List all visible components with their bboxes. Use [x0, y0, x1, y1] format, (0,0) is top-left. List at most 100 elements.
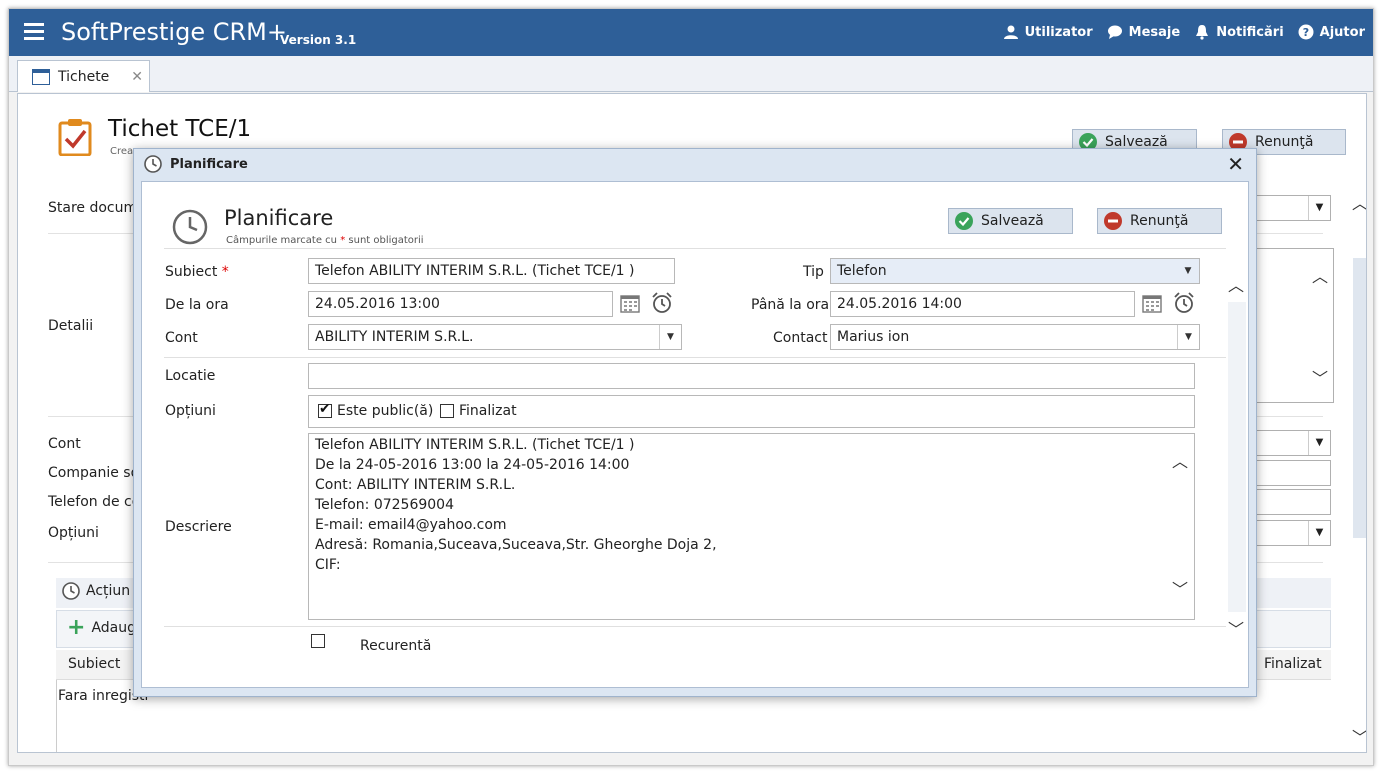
help-menu-label: Ajutor [1319, 24, 1365, 40]
tab-tichete[interactable]: Tichete ✕ [17, 60, 150, 92]
tab-close-icon[interactable]: ✕ [131, 69, 143, 85]
contact-value: Marius ion [837, 329, 910, 345]
calendar-icon[interactable] [1141, 293, 1163, 315]
options-group: Este public(ă) Finalizat [308, 395, 1195, 428]
chevron-down-icon[interactable]: ﹀ [1228, 616, 1244, 640]
finalizat-checkbox[interactable] [440, 404, 454, 418]
svg-text:?: ? [1302, 26, 1308, 39]
cont-value: ABILITY INTERIM S.R.L. [315, 329, 474, 345]
chevron-down-icon[interactable]: ﹀ [1352, 724, 1366, 748]
tip-value: Telefon [837, 263, 887, 279]
tab-actiuni[interactable]: Acțiun [62, 582, 130, 600]
label-locatie: Locatie [165, 368, 216, 384]
label-subiect-text: Subiect [165, 264, 218, 280]
clock-icon [172, 209, 208, 245]
column-subiect[interactable]: Subiect [68, 656, 120, 672]
dialog-body: Planificare Câmpurile marcate cu * sunt … [141, 181, 1249, 688]
plus-icon: + [67, 615, 86, 640]
dialog-save-label: Salvează [981, 213, 1044, 229]
finalizat-label: Finalizat [459, 403, 517, 419]
check-circle-icon [955, 212, 973, 230]
app-version: Version 3.1 [280, 33, 357, 47]
dialog-header: Planificare [134, 149, 1256, 179]
clipboard-check-icon [58, 119, 92, 156]
descriere-lines: Telefon ABILITY INTERIM S.R.L. (Tichet T… [315, 435, 1188, 575]
public-checkbox[interactable] [318, 401, 332, 418]
page-subtitle: Crea [110, 146, 134, 157]
chevron-up-icon[interactable]: ︿ [1228, 272, 1244, 296]
label-detalii: Detalii [48, 318, 94, 334]
label-telefon: Telefon de co [48, 494, 141, 510]
textarea-scrollbar[interactable]: ︿ ﹀ [1170, 434, 1194, 619]
label-subiect: Subiect * [165, 264, 229, 280]
window-icon [32, 68, 50, 85]
alarm-clock-icon[interactable] [651, 292, 673, 314]
end-datetime-input[interactable]: 24.05.2016 14:00 [830, 291, 1135, 317]
label-companie: Companie so [48, 465, 140, 481]
chevron-down-icon[interactable]: ﹀ [1172, 580, 1188, 600]
divider [164, 626, 1226, 627]
recurenta-checkbox[interactable] [311, 634, 325, 648]
scrollbar-track[interactable] [1228, 302, 1246, 612]
column-finalizat[interactable]: Finalizat [1264, 656, 1322, 672]
descriere-line: E-mail: email4@yahoo.com [315, 517, 507, 533]
messages-menu[interactable]: Mesaje [1107, 24, 1180, 40]
chevron-down-icon[interactable]: ﹀ [1312, 365, 1328, 389]
alarm-clock-icon[interactable] [1173, 292, 1195, 314]
table-border [56, 680, 57, 752]
descriere-line: CIF: [315, 557, 341, 573]
label-tip: Tip [803, 264, 824, 280]
help-icon: ? [1298, 24, 1314, 40]
top-bar: SoftPrestige CRM+ Version 3.1 Utilizator… [9, 9, 1373, 56]
dialog-scrollbar[interactable]: ︿ ﹀ [1226, 272, 1248, 644]
dropdown-arrow-icon: ▼ [659, 325, 681, 349]
label-optiuni: Opțiuni [48, 525, 99, 541]
descriere-line: Telefon: 072569004 [315, 497, 454, 513]
notifications-menu[interactable]: Notificări [1194, 24, 1284, 40]
label-de-la-ora: De la ora [165, 297, 229, 313]
label-pana-la-ora: Până la ora [751, 297, 830, 313]
divider [164, 357, 1226, 358]
descriere-line: Telefon ABILITY INTERIM S.R.L. (Tichet T… [315, 437, 635, 453]
start-datetime-input[interactable]: 24.05.2016 13:00 [308, 291, 613, 317]
subiect-input[interactable]: Telefon ABILITY INTERIM S.R.L. (Tichet T… [308, 258, 675, 284]
dialog-close-icon[interactable]: ✕ [1227, 152, 1244, 176]
label-stare: Stare docume [48, 200, 146, 216]
chevron-up-icon[interactable]: ︿ [1172, 452, 1188, 472]
tip-select[interactable]: Telefon ▼ [830, 258, 1200, 284]
scrollbar-thumb[interactable] [1353, 258, 1366, 538]
label-contact: Contact [773, 330, 828, 346]
hamburger-menu-icon[interactable] [24, 23, 44, 41]
label-cont: Cont [165, 330, 198, 346]
page-cancel-label: Renunţă [1255, 134, 1314, 150]
chevron-up-icon[interactable]: ︿ [1312, 263, 1328, 287]
descriere-line: Adresă: Romania,Suceava,Suceava,Str. Ghe… [315, 537, 717, 553]
dialog-subtitle: Câmpurile marcate cu * sunt obligatorii [226, 235, 424, 246]
dialog-save-button[interactable]: Salvează [948, 208, 1073, 234]
help-menu[interactable]: ? Ajutor [1298, 24, 1365, 40]
dialog-header-title: Planificare [170, 156, 248, 172]
dropdown-arrow-icon: ▼ [1308, 431, 1330, 455]
user-menu[interactable]: Utilizator [1003, 24, 1093, 40]
required-star: * [221, 264, 229, 280]
chevron-up-icon[interactable]: ︿ [1352, 190, 1366, 214]
dropdown-arrow-icon: ▼ [1184, 266, 1192, 276]
user-icon [1003, 25, 1018, 39]
divider [164, 248, 1226, 249]
locatie-input[interactable] [308, 363, 1195, 389]
dialog-cancel-button[interactable]: Renunţă [1097, 208, 1222, 234]
label-descriere: Descriere [165, 519, 232, 535]
tab-bar: Tichete ✕ [9, 56, 1373, 92]
page-scrollbar[interactable]: ︿ ﹀ [1351, 184, 1366, 752]
label-optiuni: Opțiuni [165, 403, 216, 419]
descriere-line: Cont: ABILITY INTERIM S.R.L. [315, 477, 516, 493]
calendar-icon[interactable] [619, 293, 641, 315]
contact-select[interactable]: Marius ion ▼ [830, 324, 1200, 350]
public-label: Este public(ă) [337, 403, 434, 419]
dialog-title: Planificare [224, 206, 334, 230]
subtitle-suffix: sunt obligatorii [348, 235, 424, 246]
cont-select[interactable]: ABILITY INTERIM S.R.L. ▼ [308, 324, 682, 350]
chat-icon [1107, 25, 1122, 39]
descriere-textarea[interactable]: Telefon ABILITY INTERIM S.R.L. (Tichet T… [308, 433, 1195, 620]
minus-circle-icon [1104, 212, 1122, 230]
